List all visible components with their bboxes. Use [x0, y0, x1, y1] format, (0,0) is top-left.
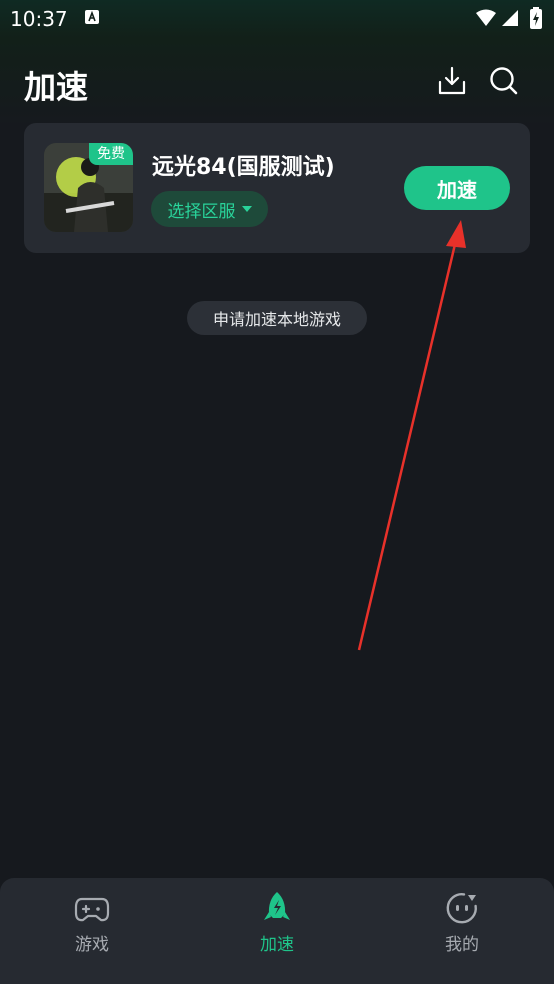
status-time: 10:37: [10, 7, 68, 31]
page-title: 加速: [24, 68, 89, 106]
battery-icon: [530, 7, 542, 29]
game-title: 远光84(国服测试): [152, 155, 335, 180]
status-bar: 10:37: [0, 0, 554, 38]
nav-item-games[interactable]: 游戏: [32, 878, 152, 984]
nav-label-profile: 我的: [445, 935, 479, 955]
game-icon-image[interactable]: 免费: [44, 143, 133, 232]
nav-label-accelerate: 加速: [260, 935, 294, 955]
request-local-game-button[interactable]: 申请加速本地游戏: [187, 301, 367, 335]
game-card[interactable]: 免费 远光84(国服测试) 选择区服 加速: [24, 123, 530, 253]
wifi-icon: [476, 9, 496, 26]
bottom-nav: 游戏 加速 我的: [0, 878, 554, 984]
search-icon: [490, 67, 518, 95]
face-icon: [446, 893, 477, 924]
app-notification-icon: [85, 10, 99, 24]
free-badge: 免费: [89, 143, 133, 165]
gamepad-icon: [74, 897, 110, 922]
server-select-button[interactable]: 选择区服: [151, 191, 268, 227]
rocket-icon: [264, 892, 290, 920]
nav-label-games: 游戏: [75, 935, 109, 955]
download-button[interactable]: [435, 64, 469, 98]
search-button[interactable]: [487, 64, 521, 98]
nav-item-profile[interactable]: 我的: [402, 878, 522, 984]
server-select-label: 选择区服: [167, 201, 236, 222]
signal-icon: [502, 10, 518, 26]
nav-item-accelerate[interactable]: 加速: [217, 878, 337, 984]
download-icon: [438, 66, 466, 95]
caret-down-icon: [241, 206, 252, 212]
accelerate-button[interactable]: 加速: [404, 166, 510, 210]
